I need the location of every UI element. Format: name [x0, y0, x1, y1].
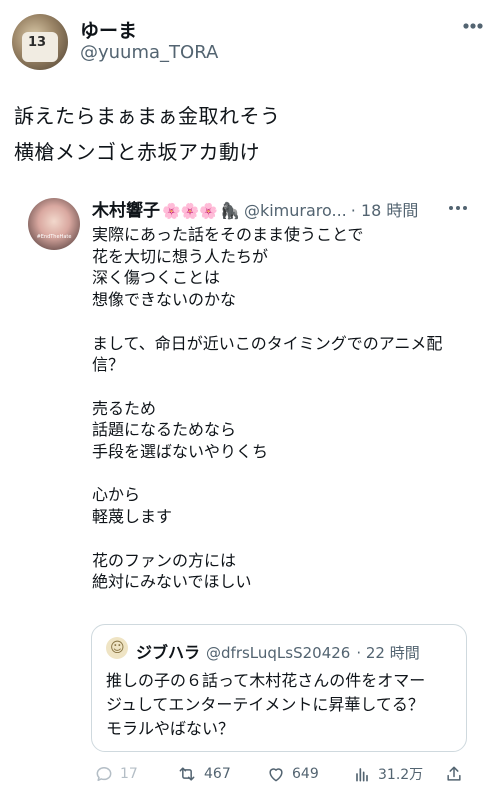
- share-icon: [447, 766, 461, 781]
- author-name[interactable]: ゆーま: [80, 16, 137, 43]
- quote-header[interactable]: 木村響子 🌸🌸🌸 🦍 @kimuraro... · 18 時間: [92, 196, 418, 221]
- avatar-face-icon: ☺: [110, 640, 125, 656]
- nested-quote-author-name: ジブハラ: [136, 643, 201, 662]
- quote-author-handle[interactable]: @kimuraro...: [244, 201, 347, 220]
- quote-author-name[interactable]: 木村響子: [92, 201, 160, 221]
- views-count: 31.2万: [378, 767, 424, 783]
- nested-quote-timestamp: · 22 時間: [356, 644, 420, 662]
- more-icon[interactable]: [446, 200, 470, 216]
- views-icon: [356, 768, 368, 782]
- like-icon: [269, 768, 283, 782]
- retweet-count: 467: [204, 766, 231, 782]
- nested-quote-card[interactable]: ☺ ジブハラ @dfrsLuqLsS20426 · 22 時間 推しの子の６話って木…: [91, 624, 467, 752]
- quote-avatar[interactable]: #EndTheHate: [28, 198, 80, 250]
- retweet-button[interactable]: 467: [176, 764, 231, 784]
- views-button[interactable]: 31.2万: [352, 764, 423, 784]
- more-icon[interactable]: [458, 14, 488, 38]
- reply-count: 17: [120, 766, 138, 782]
- post-text-line: 横槍メンゴと赤坂アカ動け: [14, 140, 260, 164]
- nested-quote-header: ジブハラ @dfrsLuqLsS20426 · 22 時間: [136, 639, 420, 663]
- quote-timestamp[interactable]: · 18 時間: [351, 201, 419, 220]
- quote-author-emoji: 🌸🌸🌸: [162, 202, 219, 220]
- avatar-jersey-number: 13: [28, 35, 47, 50]
- nested-quote-author-handle: @dfrsLuqLsS20426: [206, 644, 351, 662]
- like-count: 649: [292, 766, 319, 782]
- post-text-line: 訴えたらまぁまぁ金取れそう: [14, 104, 281, 128]
- like-button[interactable]: 649: [266, 764, 319, 784]
- gorilla-icon: 🦍: [220, 201, 240, 220]
- author-avatar[interactable]: 13: [12, 14, 68, 70]
- retweet-icon: [179, 767, 195, 781]
- quote-text: 実際にあった話をそのまま使うことで 花を大切に想う人たちが 深く傷つくことは 想…: [92, 225, 443, 592]
- nested-quote-avatar[interactable]: ☺: [106, 637, 128, 659]
- share-button[interactable]: [444, 764, 470, 784]
- reply-button[interactable]: 17: [94, 764, 138, 784]
- reply-icon: [96, 767, 112, 781]
- nested-quote-text: 推しの子の６話って木村花さんの件をオマー ジュしてエンターテイメントに昇華してる…: [106, 671, 426, 738]
- avatar-caption: #EndTheHate: [36, 234, 72, 240]
- author-handle[interactable]: @yuuma_TORA: [80, 42, 218, 63]
